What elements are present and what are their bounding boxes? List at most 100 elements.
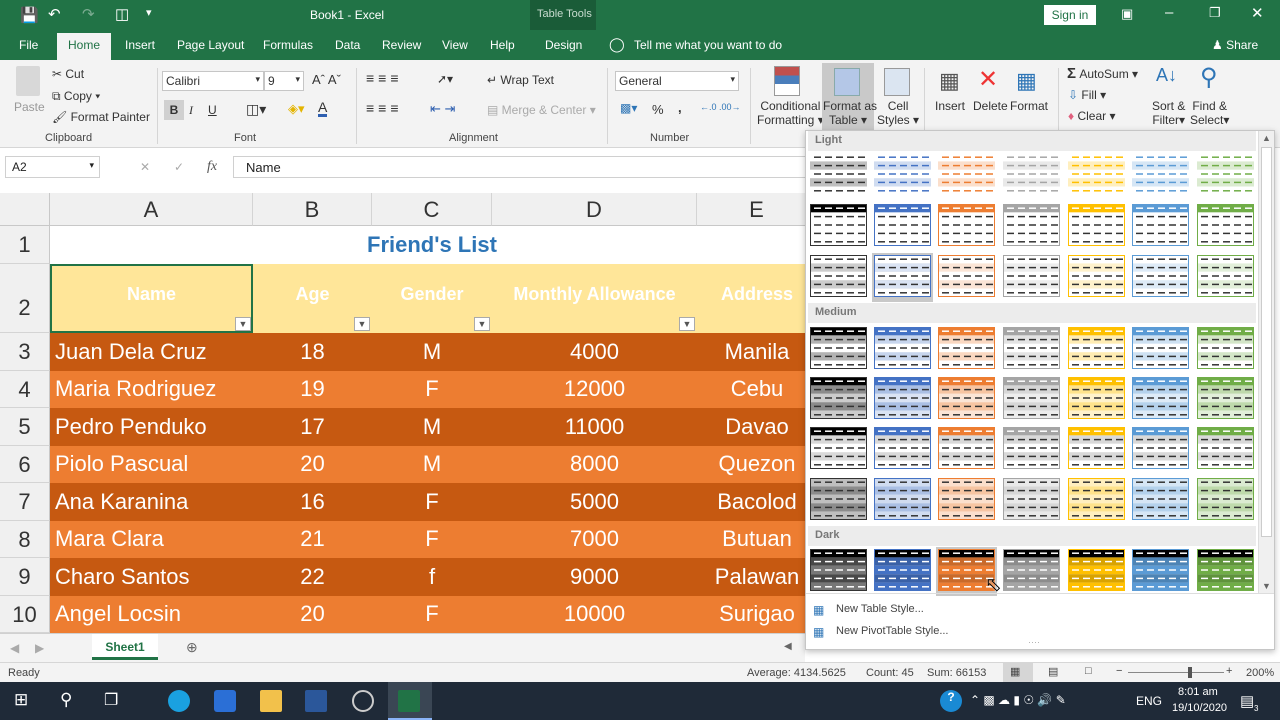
table-cell[interactable]: M (372, 408, 492, 446)
table-cell[interactable]: F (372, 520, 492, 558)
table-cell[interactable]: Maria Rodriguez (50, 370, 253, 408)
table-cell[interactable]: 22 (253, 558, 372, 596)
table-header-cell[interactable]: Age ▼ (253, 264, 372, 333)
table-style-swatch[interactable] (808, 547, 869, 596)
table-style-swatch[interactable] (808, 151, 869, 200)
zoom-slider[interactable] (1128, 672, 1224, 673)
table-cell[interactable]: 8000 (492, 445, 697, 483)
delete-cells-button[interactable]: Delete (973, 99, 1008, 113)
table-cell[interactable]: Charo Santos (50, 558, 253, 596)
table-style-swatch[interactable] (1001, 151, 1062, 200)
clock-date[interactable]: 19/10/2020 (1172, 702, 1227, 714)
table-cell[interactable]: Pedro Penduko (50, 408, 253, 446)
table-style-swatch[interactable] (1195, 425, 1256, 474)
table-style-swatch[interactable] (936, 151, 997, 200)
horizontal-align-icons[interactable]: ≡≡≡ (366, 100, 403, 116)
table-style-swatch[interactable] (1066, 253, 1127, 302)
indent-icons[interactable]: ⇤ ⇥ (430, 101, 455, 117)
app-icon-2[interactable] (352, 690, 374, 712)
table-style-swatch[interactable] (1130, 151, 1191, 200)
table-style-swatch[interactable] (1130, 425, 1191, 474)
table-cell[interactable]: 9000 (492, 558, 697, 596)
table-cell[interactable]: Surigao (697, 595, 817, 633)
table-style-swatch[interactable] (872, 476, 933, 525)
table-style-swatch[interactable] (808, 325, 869, 374)
row-header-1[interactable]: 1 (0, 226, 50, 264)
table-cell[interactable]: Bacolod (697, 483, 817, 521)
sheet-tab-sheet1[interactable]: Sheet1 (92, 634, 158, 660)
font-color-icon[interactable]: A (318, 100, 328, 117)
table-cell[interactable]: 20 (253, 445, 372, 483)
table-cell[interactable]: 20 (253, 595, 372, 633)
table-cell[interactable]: M (372, 445, 492, 483)
table-style-swatch[interactable] (1001, 425, 1062, 474)
search-icon[interactable]: ⚲ (60, 690, 82, 712)
edge-icon[interactable] (168, 690, 190, 712)
table-style-swatch[interactable] (1001, 375, 1062, 424)
filter-dropdown-icon[interactable]: ▼ (354, 317, 370, 331)
table-cell[interactable]: F (372, 370, 492, 408)
table-cell[interactable]: 10000 (492, 595, 697, 633)
print-preview-icon[interactable]: ◫ (115, 5, 129, 23)
table-style-swatch[interactable] (872, 325, 933, 374)
row-header-5[interactable]: 5 (0, 408, 50, 446)
table-header-cell[interactable]: Monthly Allowance ▼ (492, 264, 697, 333)
restore-icon[interactable]: ❐ (1209, 5, 1221, 21)
table-style-swatch[interactable] (808, 375, 869, 424)
format-cells-button[interactable]: Format (1010, 99, 1048, 113)
cut-button[interactable]: ✂ Cut (52, 67, 84, 81)
comma-button[interactable]: , (678, 100, 682, 115)
tab-insert[interactable]: Insert (125, 38, 155, 52)
sign-in-button[interactable]: Sign in (1044, 5, 1096, 25)
table-cell[interactable]: Palawan (697, 558, 817, 596)
column-header-B[interactable]: B (253, 193, 372, 226)
cell-styles-button[interactable]: Cell Styles ▾ (877, 99, 919, 127)
vertical-align-icons[interactable]: ≡≡≡ (366, 70, 403, 86)
row-header-9[interactable]: 9 (0, 558, 50, 596)
task-view-icon[interactable]: ❐ (104, 690, 126, 712)
paste-button[interactable]: Paste (14, 100, 45, 114)
paste-icon[interactable] (16, 66, 40, 96)
table-header-cell[interactable]: Address (697, 264, 817, 333)
tray-icons[interactable]: ⌃ ▩ ☁ ▮ ☉ 🔊 ✎ (970, 693, 1066, 707)
table-style-swatch[interactable] (1195, 151, 1256, 200)
page-layout-view-icon[interactable]: ▤ (1048, 665, 1058, 678)
sheet-title[interactable]: Friend's List (367, 232, 497, 258)
table-cell[interactable]: 16 (253, 483, 372, 521)
table-style-swatch[interactable] (1130, 202, 1191, 251)
accounting-format-icon[interactable]: ▩▾ (620, 101, 637, 115)
table-style-swatch[interactable] (1130, 325, 1191, 374)
next-sheet-icon[interactable]: ▶ (35, 641, 44, 655)
table-cell[interactable]: Quezon (697, 445, 817, 483)
table-style-swatch[interactable] (872, 202, 933, 251)
table-style-swatch[interactable] (1001, 253, 1062, 302)
table-cell[interactable]: F (372, 483, 492, 521)
tab-review[interactable]: Review (382, 38, 421, 52)
table-style-swatch[interactable] (1001, 325, 1062, 374)
customize-qat-icon[interactable]: ▾ (146, 6, 152, 19)
underline-button[interactable]: U (208, 103, 217, 117)
table-cell[interactable]: 11000 (492, 408, 697, 446)
table-cell[interactable]: Angel Locsin (50, 595, 253, 633)
table-style-swatch[interactable] (808, 253, 869, 302)
cancel-icon[interactable]: ✕ (140, 160, 150, 174)
find-select-button[interactable]: Find & Select▾ (1190, 99, 1229, 127)
table-cell[interactable]: 19 (253, 370, 372, 408)
gallery-scrollbar[interactable]: ▲ ▼ (1258, 131, 1274, 593)
font-size-select[interactable]: 9 ▾ (264, 71, 304, 91)
table-style-swatch[interactable] (936, 325, 997, 374)
language-indicator[interactable]: ENG (1136, 694, 1162, 708)
italic-button[interactable]: I (189, 103, 193, 118)
percent-button[interactable]: % (652, 102, 664, 117)
table-cell[interactable]: 12000 (492, 370, 697, 408)
table-style-swatch[interactable] (1130, 547, 1191, 596)
scroll-up-icon[interactable]: ▲ (1262, 133, 1271, 143)
table-style-swatch[interactable] (1195, 375, 1256, 424)
ribbon-display-icon[interactable]: ▣ (1121, 6, 1133, 22)
column-header-A[interactable]: A (50, 193, 253, 226)
column-header-C[interactable]: C (372, 193, 492, 226)
filter-dropdown-icon[interactable]: ▼ (474, 317, 490, 331)
tell-me-search[interactable]: Tell me what you want to do (634, 38, 782, 52)
table-style-swatch[interactable] (1066, 547, 1127, 596)
row-header-8[interactable]: 8 (0, 520, 50, 558)
